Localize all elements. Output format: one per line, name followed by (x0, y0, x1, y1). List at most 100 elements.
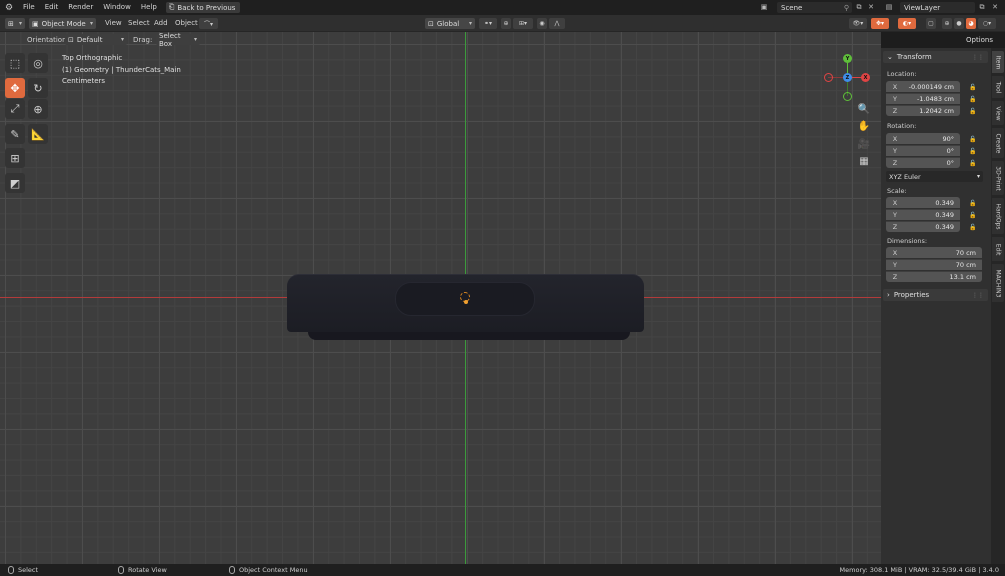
lock-icon[interactable]: 🔓 (968, 106, 978, 116)
menu-object[interactable]: Object (175, 15, 198, 32)
delete-scene-icon[interactable]: ✕ (866, 2, 876, 12)
tab-3d-print[interactable]: 3D-Print (992, 161, 1004, 195)
tab-item[interactable]: Item (992, 51, 1004, 73)
cursor-tool[interactable]: ◎ (28, 53, 48, 73)
snap-target-dropdown[interactable]: ⊞▾ (513, 18, 533, 29)
dimensions-x-field[interactable]: X 70 cm (886, 247, 982, 258)
tab-create[interactable]: Create (992, 128, 1004, 158)
overlay-toggle[interactable]: ◐▾ (898, 18, 916, 29)
drag-grip-icon[interactable]: ⋮⋮ (972, 54, 984, 61)
blender-logo-icon[interactable]: ⚙ (0, 0, 18, 15)
pin-icon[interactable]: ⚲ (844, 4, 849, 12)
menu-view[interactable]: View (105, 15, 122, 32)
orientation-dropdown[interactable]: ⊡ Default ▾ (65, 34, 127, 45)
menu-edit[interactable]: Edit (40, 0, 64, 15)
tab-view[interactable]: View (992, 101, 1004, 125)
new-view-layer-icon[interactable]: ⧉ (977, 2, 987, 12)
select-box-icon: ⬚ (9, 56, 21, 70)
rotation-x-field[interactable]: X 90° (886, 133, 960, 144)
proportional-edit-toggle[interactable]: ◉ (537, 18, 547, 29)
lock-icon[interactable]: 🔓 (968, 158, 978, 168)
pivot-point-dropdown[interactable]: ⚭▾ (479, 18, 497, 29)
tab-tool[interactable]: Tool (992, 76, 1004, 98)
lock-icon[interactable]: 🔓 (968, 146, 978, 156)
extra-menu-dropdown[interactable]: ⌒▾ (199, 18, 218, 29)
scale-y-field[interactable]: Y 0.349 (886, 209, 960, 220)
transform-orientation-dropdown[interactable]: ⊡ Global ▾ (425, 18, 475, 29)
orientation-label: Orientation: (27, 36, 69, 44)
orientation-value: Default (76, 35, 103, 44)
rotation-mode-dropdown[interactable]: XYZ Euler ▾ (886, 171, 983, 182)
lock-icon[interactable]: 🔓 (968, 210, 978, 220)
view-layer-icon[interactable]: ▤ (884, 2, 894, 12)
3d-viewport[interactable]: Orientation: ⊡ Default ▾ Drag: Select Bo… (0, 32, 881, 564)
annotate-tool[interactable]: ✎ (5, 124, 25, 144)
location-y-field[interactable]: Y -1.0483 cm (886, 93, 960, 104)
menu-help[interactable]: Help (136, 0, 162, 15)
rendered-shading-dropdown[interactable]: ○▾ (978, 18, 996, 29)
gizmo-x-ball[interactable]: X (861, 73, 870, 82)
gizmo-neg-y-ball[interactable] (843, 92, 852, 101)
scene-field[interactable]: Scene ⚲ (777, 2, 852, 13)
axis-label: Y (893, 147, 897, 155)
menu-window[interactable]: Window (98, 0, 136, 15)
scene-selector-icon[interactable]: ▣ (759, 2, 769, 12)
rotation-y-field[interactable]: Y 0° (886, 145, 960, 156)
delete-view-layer-icon[interactable]: ✕ (990, 2, 1000, 12)
object-mode-dropdown[interactable]: ▣ Object Mode ▾ (29, 18, 96, 29)
gizmo-y-ball[interactable]: Y (843, 54, 852, 63)
tab-machin3[interactable]: MACHIN3 (992, 264, 1004, 302)
scale-x-field[interactable]: X 0.349 (886, 197, 960, 208)
properties-panel-header[interactable]: › Properties ⋮⋮ (883, 289, 988, 301)
gizmo-z-ball[interactable]: Z (843, 73, 852, 82)
object-mode-icon: ▣ (32, 19, 39, 28)
lock-icon[interactable]: 🔓 (968, 134, 978, 144)
select-box-tool[interactable]: ⬚ (5, 53, 25, 73)
drag-dropdown[interactable]: Select Box ▾ (156, 32, 200, 48)
tab-hardops[interactable]: HardOps (992, 198, 1004, 234)
menu-file[interactable]: File (18, 0, 40, 15)
back-to-previous-button[interactable]: ⎗ Back to Previous (165, 2, 241, 13)
scale-z-field[interactable]: Z 0.349 (886, 221, 960, 232)
lock-icon[interactable]: 🔓 (968, 198, 978, 208)
tab-edit[interactable]: Edit (992, 237, 1004, 261)
camera-icon[interactable]: 🎥 (857, 137, 871, 151)
move-tool[interactable]: ✥ (5, 78, 25, 98)
navigation-gizmo[interactable]: X Y Z (820, 52, 875, 107)
extra-tool[interactable]: ◩ (5, 173, 25, 193)
object-mode-label: Object Mode (41, 19, 86, 28)
location-x-field[interactable]: X -0.000149 cm (886, 81, 960, 92)
solid-shading-icon[interactable]: ● (954, 18, 964, 29)
pan-hand-icon[interactable]: ✋ (857, 119, 871, 133)
scale-tool[interactable]: ⤢ (5, 99, 25, 119)
gizmo-toggle[interactable]: ✥▾ (871, 18, 889, 29)
rotate-tool[interactable]: ↻ (28, 78, 48, 98)
menu-select[interactable]: Select (128, 15, 150, 32)
dimensions-y-field[interactable]: Y 70 cm (886, 259, 982, 270)
editor-type-dropdown[interactable]: ⊞ ▾ (5, 18, 25, 29)
drag-grip-icon[interactable]: ⋮⋮ (972, 292, 984, 299)
xray-toggle[interactable]: ▢ (926, 18, 936, 29)
snap-toggle[interactable]: ⊕ (501, 18, 511, 29)
visibility-dropdown[interactable]: 👁▾ (849, 18, 867, 29)
lock-icon[interactable]: 🔓 (968, 82, 978, 92)
transform-tool[interactable]: ⊕ (28, 99, 48, 119)
falloff-dropdown[interactable]: ⋀ (549, 18, 565, 29)
transform-panel-header[interactable]: ⌄ Transform ⋮⋮ (883, 51, 988, 63)
measure-tool[interactable]: 📐 (28, 124, 48, 144)
menu-render[interactable]: Render (63, 0, 98, 15)
material-shading-icon[interactable]: ◕ (966, 18, 976, 29)
lock-icon[interactable]: 🔓 (968, 222, 978, 232)
location-z-field[interactable]: Z 1.2042 cm (886, 105, 960, 116)
dimensions-z-field[interactable]: Z 13.1 cm (886, 271, 982, 282)
view-layer-field[interactable]: ViewLayer (900, 2, 975, 13)
zoom-icon[interactable]: 🔍 (857, 102, 871, 116)
add-cube-tool[interactable]: ⊞ (5, 148, 25, 168)
lock-icon[interactable]: 🔓 (968, 94, 978, 104)
menu-add[interactable]: Add (154, 15, 168, 32)
rotation-z-field[interactable]: Z 0° (886, 157, 960, 168)
new-scene-icon[interactable]: ⧉ (854, 2, 864, 12)
grid-perspective-icon[interactable]: ▦ (857, 154, 871, 168)
gizmo-neg-x-ball[interactable] (824, 73, 833, 82)
wireframe-shading-icon[interactable]: ⊕ (942, 18, 952, 29)
